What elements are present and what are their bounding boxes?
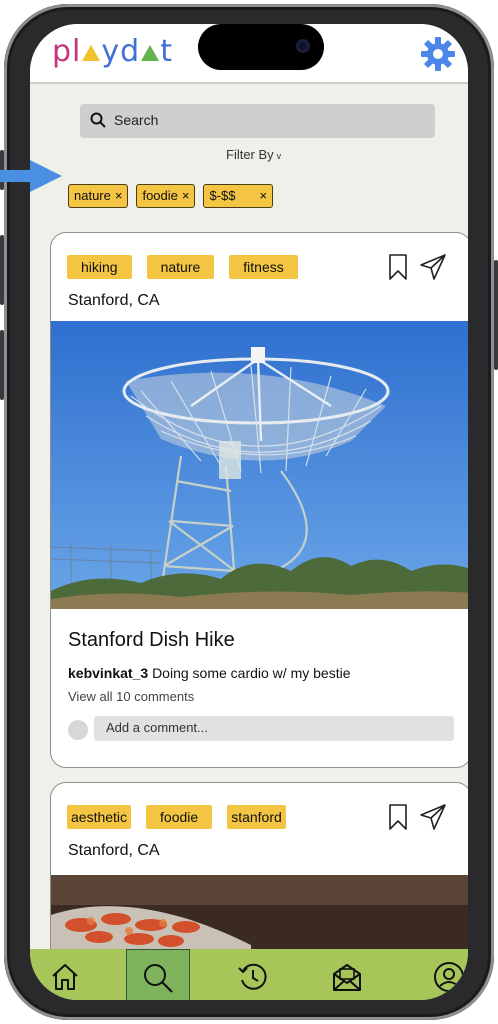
post-title: Stanford Dish Hike <box>68 629 235 651</box>
close-icon[interactable]: × <box>260 188 268 203</box>
filter-chip-nature[interactable]: nature × <box>68 184 129 208</box>
app-logo: pl yd t <box>52 34 173 69</box>
filter-chips: nature × foodie × $-$$ × <box>68 184 274 208</box>
post-caption: kebvinkat_3 Doing some cardio w/ my best… <box>68 665 350 681</box>
chip-label: foodie <box>142 188 178 203</box>
tag-badge[interactable]: aesthetic <box>67 805 132 829</box>
arrow-pointer-icon <box>0 160 62 192</box>
nav-profile[interactable] <box>418 949 468 1000</box>
bookmark-icon[interactable] <box>388 803 408 831</box>
nav-history[interactable] <box>222 949 284 1000</box>
post-location: Stanford, CA <box>68 292 160 309</box>
comment-placeholder: Add a comment... <box>106 720 208 735</box>
camera-icon <box>296 39 310 53</box>
search-icon <box>144 964 173 993</box>
close-icon[interactable]: × <box>182 188 190 203</box>
bottom-nav <box>30 949 468 1000</box>
filter-by-dropdown[interactable]: Filter By v <box>226 147 281 162</box>
nav-home[interactable] <box>34 949 96 1000</box>
tag-badge[interactable]: stanford <box>227 805 286 829</box>
filter-by-label: Filter By <box>226 147 274 162</box>
post-card[interactable]: hiking nature fitness Stanford, CA Stanf… <box>50 232 468 768</box>
post-tags: aesthetic foodie stanford <box>67 805 286 829</box>
search-input[interactable]: Search <box>80 104 435 138</box>
tag-badge[interactable]: fitness <box>229 255 298 279</box>
bookmark-icon[interactable] <box>388 253 408 281</box>
profile-icon <box>434 962 464 992</box>
chip-label: nature <box>74 188 111 203</box>
post-tags: hiking nature fitness <box>67 255 298 279</box>
gear-icon[interactable] <box>420 36 456 72</box>
chevron-down-icon: v <box>276 151 282 161</box>
tag-badge[interactable]: hiking <box>67 255 132 279</box>
send-icon[interactable] <box>419 253 447 281</box>
history-icon <box>238 963 267 990</box>
avatar <box>68 720 88 740</box>
home-icon <box>52 964 78 990</box>
app-screen: pl yd t Search Filter By v nature × food… <box>30 24 468 1000</box>
filter-chip-foodie[interactable]: foodie × <box>136 184 196 208</box>
nav-search[interactable] <box>126 949 190 1000</box>
side-button <box>0 235 4 305</box>
post-location: Stanford, CA <box>68 842 160 859</box>
close-icon[interactable]: × <box>115 188 123 203</box>
post-author[interactable]: kebvinkat_3 <box>68 665 148 681</box>
side-button <box>494 260 498 370</box>
inbox-icon <box>333 964 361 991</box>
send-icon[interactable] <box>419 803 447 831</box>
search-placeholder: Search <box>114 112 159 128</box>
filter-chip-price[interactable]: $-$$ × <box>203 184 274 208</box>
tag-badge[interactable]: foodie <box>146 805 213 829</box>
caption-text: Doing some cardio w/ my bestie <box>152 665 351 681</box>
comment-input[interactable]: Add a comment... <box>94 716 454 741</box>
view-comments-link[interactable]: View all 10 comments <box>68 689 194 704</box>
chip-label: $-$$ <box>209 188 236 203</box>
nav-inbox[interactable] <box>316 949 378 1000</box>
search-icon <box>90 112 106 128</box>
dynamic-island <box>198 24 324 70</box>
tag-badge[interactable]: nature <box>146 255 215 279</box>
side-button <box>0 330 4 400</box>
post-photo <box>51 321 468 609</box>
